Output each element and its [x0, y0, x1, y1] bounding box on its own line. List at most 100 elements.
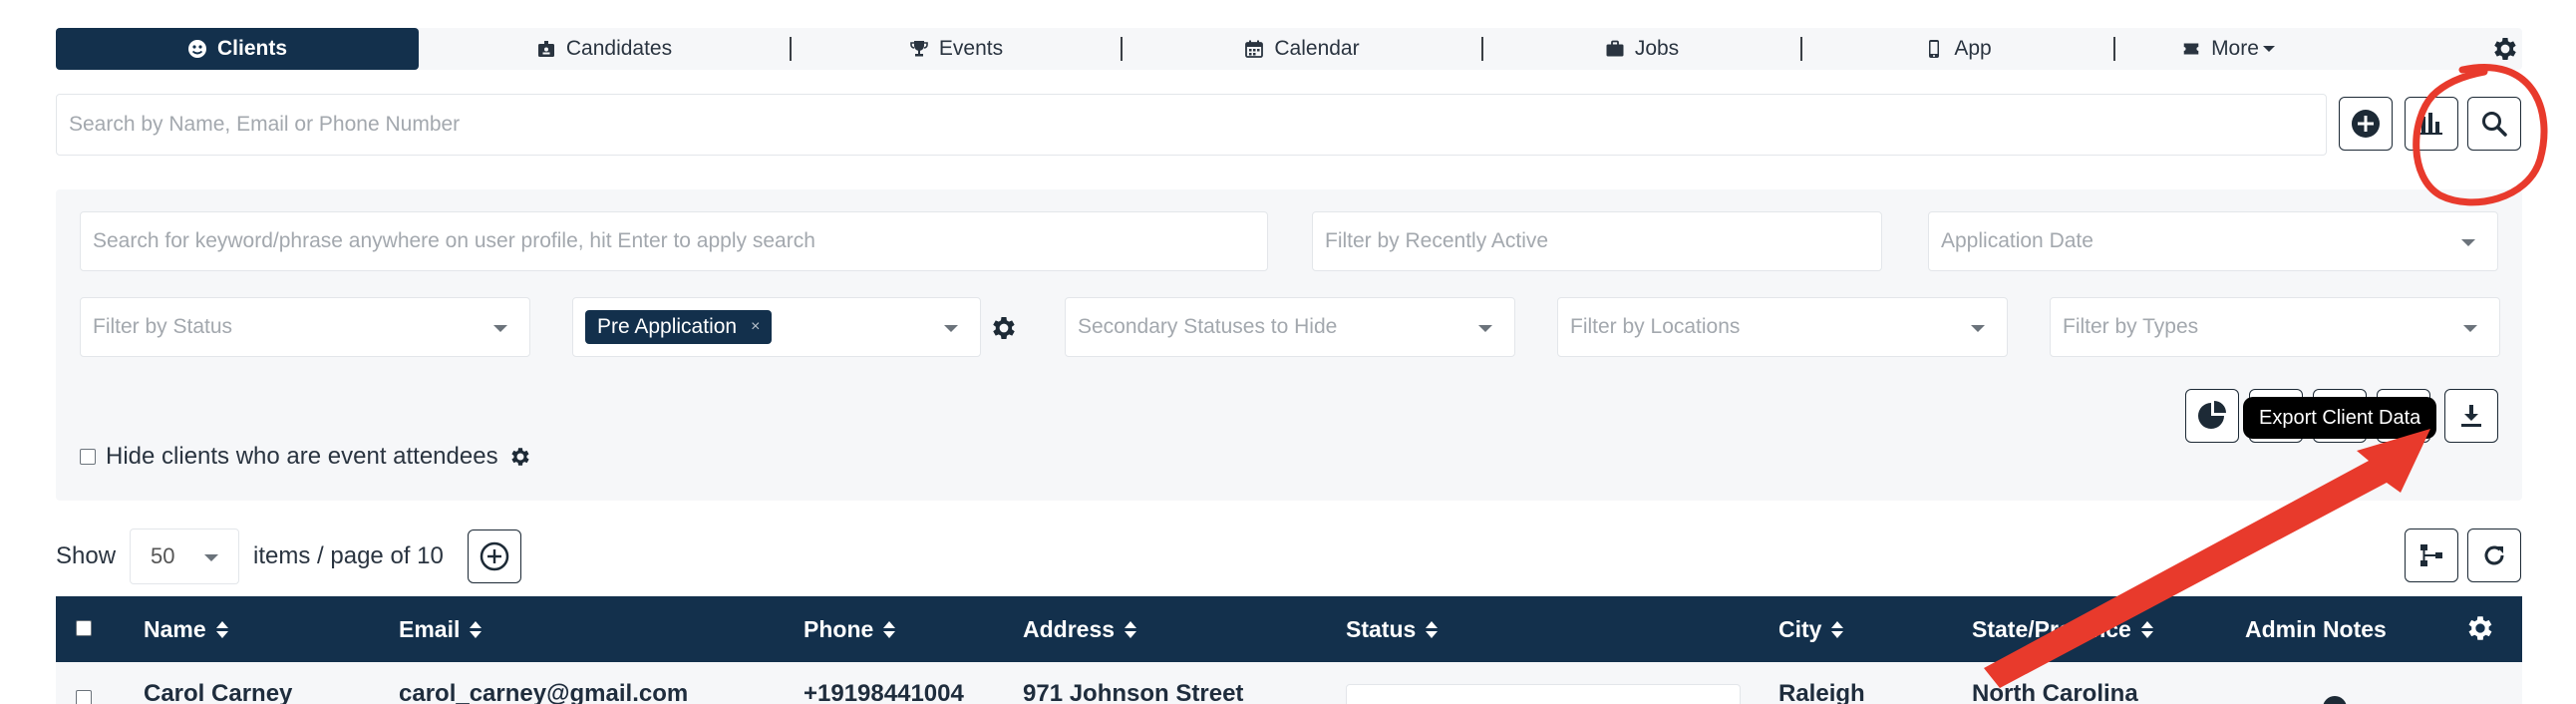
analytics-button[interactable] [2405, 97, 2458, 151]
hide-attendees-label: Hide clients who are event attendees [106, 443, 498, 470]
column-header-address[interactable]: Address [1023, 596, 1137, 662]
tab-clients[interactable]: Clients [56, 28, 419, 70]
tab-more[interactable]: More [2115, 28, 2341, 70]
column-label: Status [1346, 615, 1417, 642]
locations-select[interactable]: Filter by Locations [1557, 297, 2008, 357]
cell-phone: +19198441004 [804, 680, 964, 704]
pagination-controls: Show 50 items / page of 10 [56, 528, 521, 584]
column-header-state[interactable]: State/Province [1972, 596, 2153, 662]
selected-status-multiselect[interactable]: Pre Application × [572, 297, 981, 357]
caret-down-icon [2463, 325, 2477, 332]
mobile-icon [1924, 39, 1944, 59]
briefcase-icon [1605, 39, 1625, 59]
column-label: Admin Notes [2245, 615, 2387, 642]
admin-notes-icon[interactable] [2323, 696, 2347, 704]
page-size-value: 50 [151, 543, 175, 568]
select-placeholder: Filter by Status [93, 315, 233, 338]
sort-icon [1426, 620, 1439, 638]
column-label: Email [399, 615, 461, 642]
cell-state: North Carolina [1972, 680, 2138, 704]
bar-chart-icon [2419, 113, 2442, 135]
recently-active-field[interactable] [1312, 211, 1882, 271]
sort-icon [1125, 620, 1137, 638]
status-settings-button[interactable] [989, 313, 1019, 343]
user-circle-icon [187, 39, 207, 59]
search-button[interactable] [2467, 97, 2521, 151]
tag-label: Pre Application [597, 315, 738, 338]
page-info: items / page of 10 [253, 542, 444, 569]
column-header-admin-notes: Admin Notes [2245, 596, 2387, 662]
status-select[interactable]: Filter by Status [80, 297, 530, 357]
keyword-search-field[interactable] [80, 211, 1268, 271]
tab-candidates[interactable]: Candidates [419, 28, 790, 70]
table-row[interactable]: Carol Carney carol_carney@gmail.com +191… [56, 662, 2522, 704]
refresh-button[interactable] [2467, 528, 2521, 582]
caret-down-icon [204, 554, 219, 561]
sort-icon [883, 620, 896, 638]
tab-label: App [1954, 37, 1992, 60]
column-header-phone[interactable]: Phone [804, 596, 896, 662]
gear-icon [2468, 616, 2492, 640]
cell-address: 971 Johnson Street [1023, 680, 1244, 704]
recently-active-input[interactable] [1325, 229, 1869, 253]
tab-label: More [2211, 37, 2259, 60]
search-input[interactable] [56, 94, 2327, 156]
hide-attendees-row: Hide clients who are event attendees [80, 443, 532, 471]
select-placeholder: Filter by Types [2063, 315, 2199, 338]
secondary-statuses-select[interactable]: Secondary Statuses to Hide [1065, 297, 1515, 357]
keyword-search-input[interactable] [93, 229, 1255, 253]
add-row-button[interactable] [467, 529, 521, 583]
pie-chart-button[interactable] [2185, 389, 2239, 443]
sort-icon [215, 620, 228, 638]
cell-status-select[interactable] [1346, 684, 1741, 704]
tab-label: Clients [216, 37, 287, 60]
export-tooltip: Export Client Data [2243, 397, 2437, 439]
id-badge-icon [536, 39, 556, 59]
download-icon [2461, 405, 2481, 427]
top-navigation: Clients Candidates Events Calendar Jobs … [56, 28, 2522, 70]
settings-gear-button[interactable] [2488, 32, 2522, 66]
tab-calendar[interactable]: Calendar [1123, 28, 1481, 70]
column-label: Phone [804, 615, 874, 642]
caret-down-icon [944, 325, 958, 332]
export-client-data-button[interactable] [2444, 389, 2498, 443]
caret-down-icon [493, 325, 507, 332]
tab-label: Calendar [1274, 37, 1360, 60]
column-layout-button[interactable] [2405, 528, 2458, 582]
add-client-button[interactable] [2339, 97, 2393, 151]
select-all-checkbox[interactable] [76, 620, 92, 636]
calendar-icon [1244, 39, 1264, 59]
application-date-select[interactable]: Application Date [1928, 211, 2498, 271]
cell-city: Raleigh [1778, 680, 1865, 704]
plus-circle-outline-icon [480, 541, 509, 571]
hide-attendees-checkbox[interactable] [80, 449, 96, 465]
table-settings-button[interactable] [2464, 612, 2498, 646]
sort-icon [1831, 620, 1844, 638]
search-icon [2482, 112, 2507, 137]
tab-label: Events [938, 37, 1004, 60]
types-select[interactable]: Filter by Types [2050, 297, 2500, 357]
column-header-city[interactable]: City [1778, 596, 1844, 662]
select-placeholder: Application Date [1941, 229, 2093, 252]
show-label: Show [56, 542, 117, 569]
column-label: Name [144, 615, 206, 642]
tab-app[interactable]: App [1802, 28, 2113, 70]
gear-icon[interactable] [508, 445, 532, 469]
column-header-name[interactable]: Name [144, 596, 228, 662]
column-header-status[interactable]: Status [1346, 596, 1439, 662]
tab-events[interactable]: Events [792, 28, 1121, 70]
trophy-icon [909, 39, 929, 59]
page-size-select[interactable]: 50 [130, 528, 240, 584]
column-header-email[interactable]: Email [399, 596, 483, 662]
row-checkbox[interactable] [76, 690, 92, 704]
sitemap-icon [2420, 544, 2442, 566]
tab-jobs[interactable]: Jobs [1483, 28, 1800, 70]
column-label: City [1778, 615, 1822, 642]
cell-name[interactable]: Carol Carney [144, 680, 292, 704]
tag-remove-button[interactable]: × [751, 318, 760, 336]
cell-email[interactable]: carol_carney@gmail.com [399, 680, 688, 704]
column-label: Address [1023, 615, 1116, 642]
table-header: Name Email Phone Address Status City Sta… [56, 596, 2522, 662]
caret-down-icon [1971, 325, 1985, 332]
caret-down-icon [2262, 46, 2275, 52]
